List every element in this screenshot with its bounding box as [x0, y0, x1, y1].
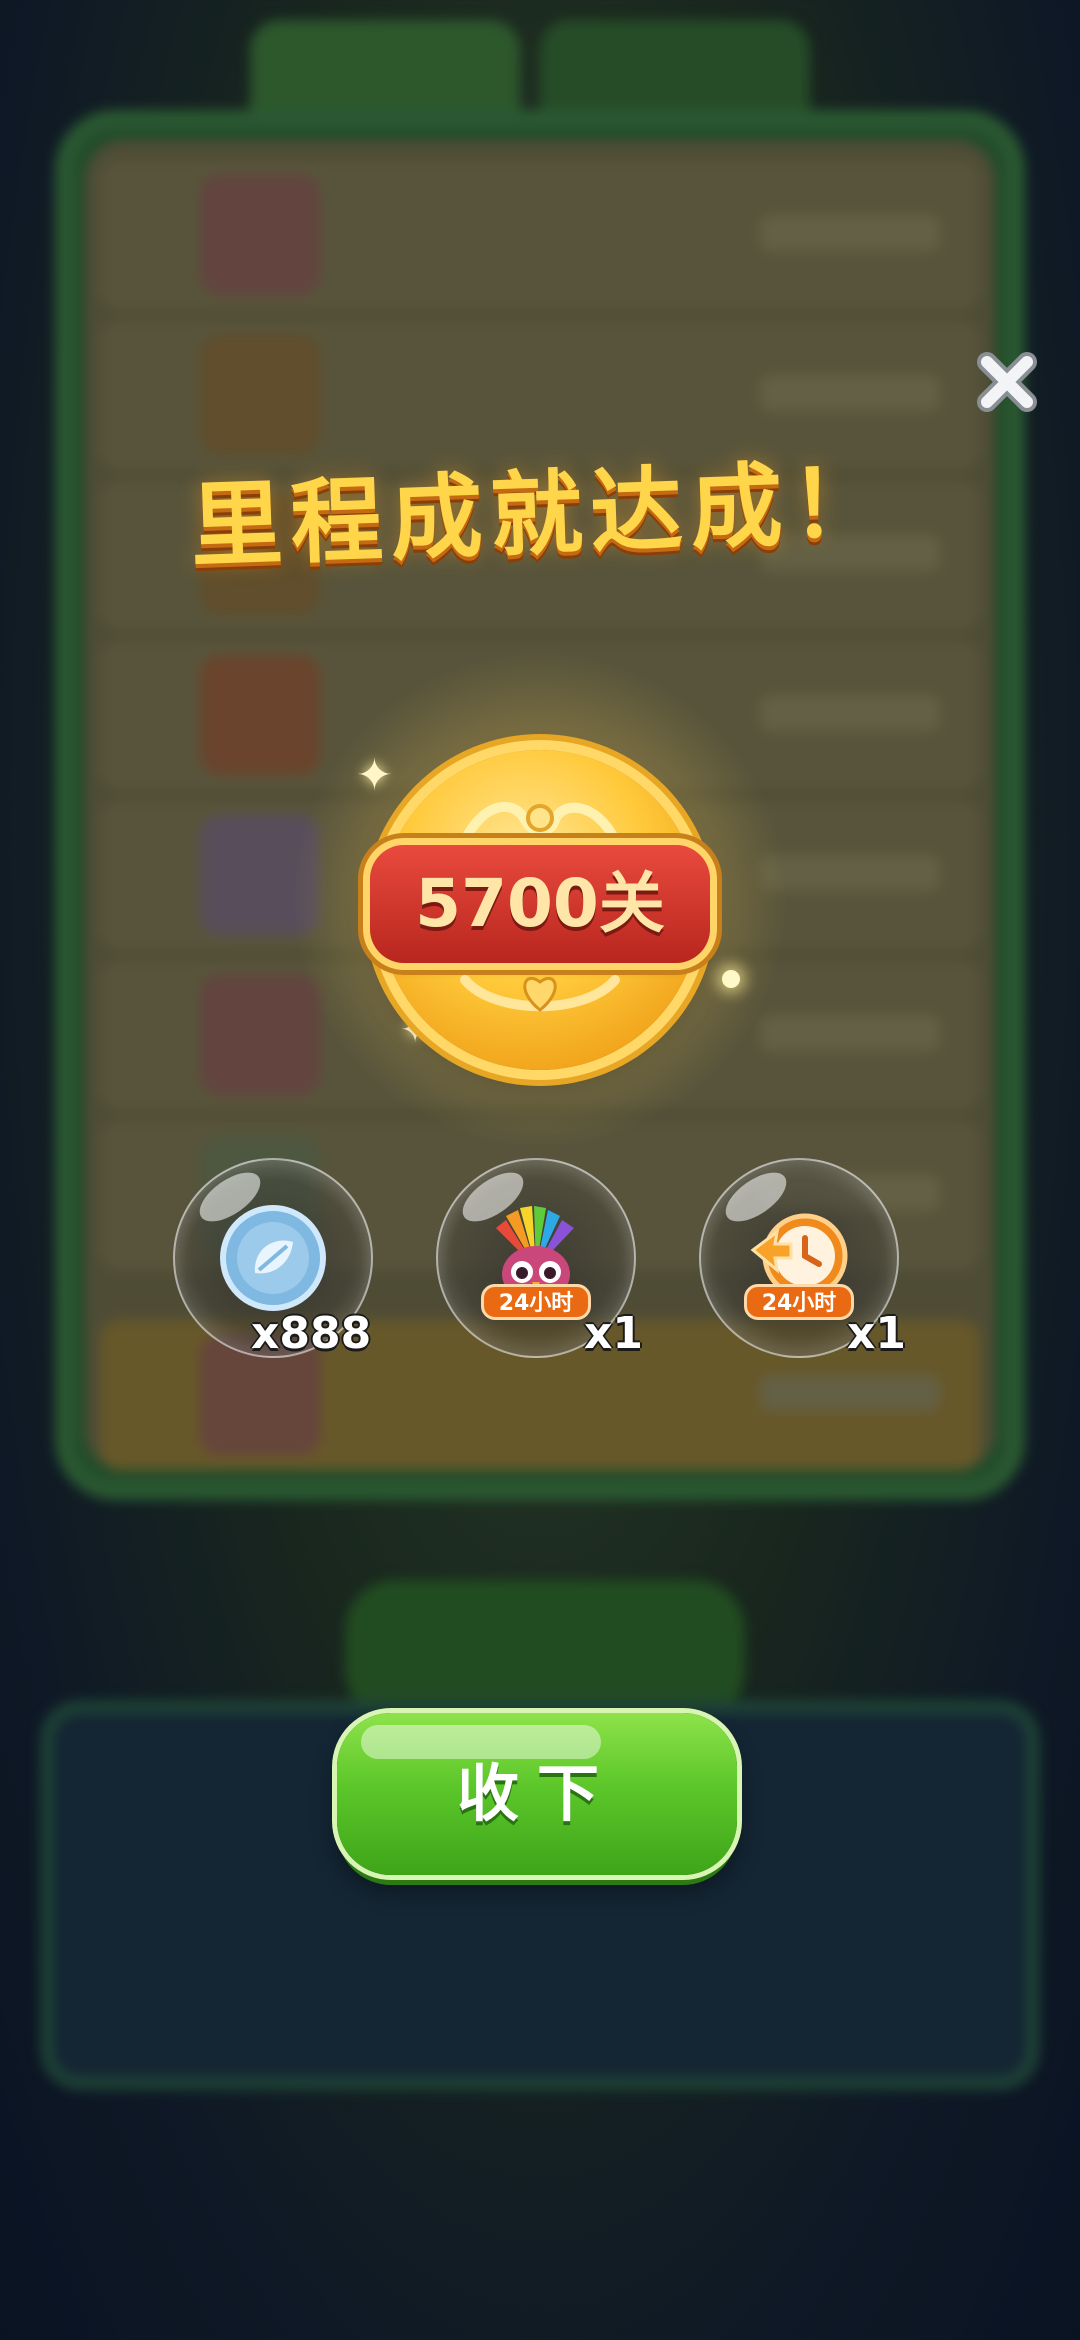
accept-button[interactable]: 收下	[337, 1713, 737, 1875]
close-x-icon	[977, 352, 1037, 412]
reward-duration-tag: 24小时	[481, 1284, 591, 1320]
accept-button-label: 收下	[456, 1757, 617, 1830]
reward-item-time-boost: 24小时 x1	[699, 1158, 906, 1359]
reward-duration-tag: 24小时	[744, 1284, 854, 1320]
swirl-ornament-icon	[460, 801, 620, 845]
reward-count: x1	[847, 1308, 906, 1359]
sparkle-icon: ✦	[356, 750, 393, 801]
reward-item-owl: 24小时 x1	[436, 1158, 643, 1359]
glow-dot	[722, 970, 740, 988]
reward-count: x888	[251, 1308, 372, 1359]
medal-level-label: 5700关	[415, 865, 665, 942]
reward-count: x1	[584, 1308, 643, 1359]
close-button[interactable]	[975, 350, 1039, 414]
reward-item-coin: x888	[173, 1158, 373, 1359]
heart-ornament-icon	[460, 975, 620, 1012]
